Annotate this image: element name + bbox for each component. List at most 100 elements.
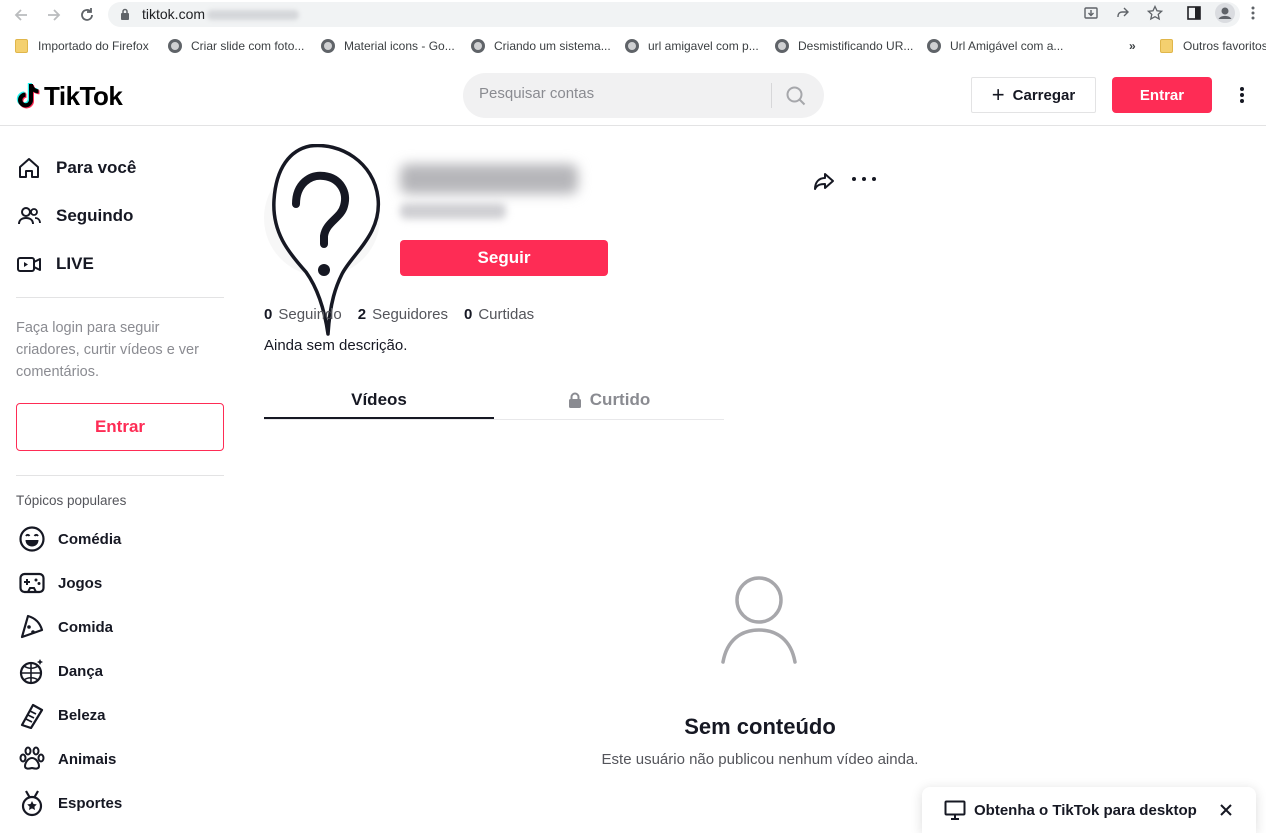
search-button[interactable]: [781, 82, 811, 110]
globe-icon: [927, 39, 941, 53]
topic-games[interactable]: Jogos: [16, 567, 102, 599]
browser-menu-button[interactable]: [1243, 4, 1263, 22]
dot-icon: [862, 177, 866, 181]
topic-label: Jogos: [58, 574, 103, 592]
login-hint-text: Faça login para seguir criadores, curtir…: [16, 320, 199, 380]
arrow-right-icon: [48, 9, 61, 21]
profile-button[interactable]: [1215, 3, 1235, 23]
kebab-icon: [1251, 6, 1255, 20]
medal-icon: [16, 788, 48, 818]
bookmark-label: Criando um sistema...: [494, 39, 611, 53]
reload-button[interactable]: [77, 5, 97, 25]
username-redacted: [400, 164, 578, 194]
sidebar-item-for-you[interactable]: Para você: [16, 152, 136, 184]
sidebar-item-following[interactable]: Seguindo: [16, 200, 133, 232]
topics-heading: Tópicos populares: [16, 493, 127, 508]
lock-icon: [121, 8, 129, 20]
bookmark-label: Importado do Firefox: [38, 39, 149, 53]
bookmark-item[interactable]: Criando um sistema...: [471, 38, 611, 54]
sidebar-login-button[interactable]: Entrar: [16, 403, 224, 451]
dot-icon: [1240, 93, 1244, 97]
banner-label: Obtenha o TikTok para desktop: [974, 801, 1197, 819]
share-page-button[interactable]: [1113, 4, 1133, 22]
bookmark-label: Desmistificando UR...: [798, 39, 914, 53]
lock-icon: [568, 392, 581, 408]
forward-button[interactable]: [44, 5, 64, 25]
folder-icon: [1160, 39, 1173, 53]
bookmark-folder-firefox[interactable]: Importado do Firefox: [15, 38, 149, 54]
bookmark-folder-others[interactable]: Outros favoritos: [1160, 38, 1266, 54]
paw-icon: [16, 744, 48, 774]
tab-liked[interactable]: Curtido: [494, 380, 724, 420]
topic-beauty[interactable]: Beleza: [16, 699, 106, 731]
topic-label: Esportes: [58, 794, 123, 812]
comedy-icon: [16, 524, 48, 554]
globe-icon: [625, 39, 639, 53]
tab-videos[interactable]: Vídeos: [264, 380, 494, 420]
topic-label: Comédia: [58, 530, 122, 548]
bookmark-item[interactable]: Criar slide com foto...: [168, 38, 304, 54]
folder-icon: [15, 39, 28, 53]
dot-icon: [1240, 99, 1244, 103]
bookmarks-overflow-button[interactable]: »: [1129, 38, 1136, 54]
side-panel-button[interactable]: [1184, 4, 1204, 22]
share-profile-button[interactable]: [812, 169, 836, 193]
address-bar[interactable]: tiktok.com: [108, 2, 1240, 27]
profile-more-button[interactable]: [852, 177, 876, 183]
pizza-icon: [16, 612, 48, 642]
stat-label: Seguidores: [372, 305, 448, 323]
bookmarks-bar: Importado do Firefox Criar slide com fot…: [0, 31, 1266, 61]
tiktok-note-icon: [16, 83, 40, 109]
topic-label: Animais: [58, 750, 117, 768]
close-icon[interactable]: [1218, 802, 1234, 818]
share-icon: [1117, 7, 1129, 17]
sidebar-item-live[interactable]: LIVE: [16, 248, 94, 280]
bookmark-item[interactable]: url amigavel com p...: [625, 38, 759, 54]
bookmark-item[interactable]: Desmistificando UR...: [775, 38, 913, 54]
sidebar-divider: [16, 475, 224, 476]
topic-dance[interactable]: Dança: [16, 655, 103, 687]
bookmark-label: Material icons - Go...: [344, 39, 455, 53]
tab-label: Curtido: [589, 390, 651, 409]
back-button[interactable]: [11, 5, 31, 25]
bookmark-label: Url Amigável com a...: [950, 39, 1064, 53]
profile-stats: 0 Seguindo 2 Seguidores 0 Curtidas: [264, 304, 550, 324]
empty-state-title: Sem conteúdo: [684, 714, 836, 739]
bookmark-label: Outros favoritos: [1183, 39, 1266, 53]
topic-sports[interactable]: Esportes: [16, 787, 122, 819]
topic-animals[interactable]: Animais: [16, 743, 116, 775]
sidebar-item-label: Para você: [56, 158, 137, 177]
login-button[interactable]: Entrar: [1112, 77, 1212, 113]
topic-food[interactable]: Comida: [16, 611, 113, 643]
stat-following[interactable]: 0 Seguindo: [264, 306, 342, 323]
install-button[interactable]: [1081, 4, 1101, 22]
bookmark-item[interactable]: Material icons - Go...: [321, 38, 455, 54]
plus-icon: +: [991, 82, 1005, 107]
desktop-app-banner[interactable]: Obtenha o TikTok para desktop: [922, 787, 1256, 833]
stat-value: 2: [357, 305, 367, 323]
upload-button[interactable]: + Carregar: [971, 77, 1096, 113]
topic-comedy[interactable]: Comédia: [16, 523, 121, 555]
follow-button[interactable]: Seguir: [400, 240, 608, 276]
account-icon: [1215, 3, 1235, 23]
url-text: tiktok.com: [142, 6, 300, 22]
search-icon: [786, 86, 806, 106]
sidebar: Para você Seguindo LIVE Faça login para …: [0, 127, 240, 826]
more-options-button[interactable]: [1232, 84, 1252, 106]
logo-wordmark: TikTok: [44, 81, 123, 111]
disco-ball-icon: [16, 656, 48, 686]
stat-followers[interactable]: 2 Seguidores: [358, 306, 448, 323]
profile-bio: Ainda sem descrição.: [264, 337, 408, 354]
stat-value: 0: [264, 305, 273, 323]
stat-label: Seguindo: [278, 305, 342, 323]
globe-icon: [471, 39, 485, 53]
tiktok-logo[interactable]: TikTok: [16, 81, 123, 112]
bookmark-item[interactable]: Url Amigável com a...: [927, 38, 1063, 54]
users-icon: [16, 202, 48, 230]
search-input[interactable]: [479, 85, 759, 102]
monitor-icon: [944, 800, 966, 820]
globe-icon: [168, 39, 182, 53]
arrow-left-icon: [14, 9, 27, 21]
bookmark-star-button[interactable]: [1145, 4, 1165, 22]
topic-label: Beleza: [58, 706, 106, 724]
